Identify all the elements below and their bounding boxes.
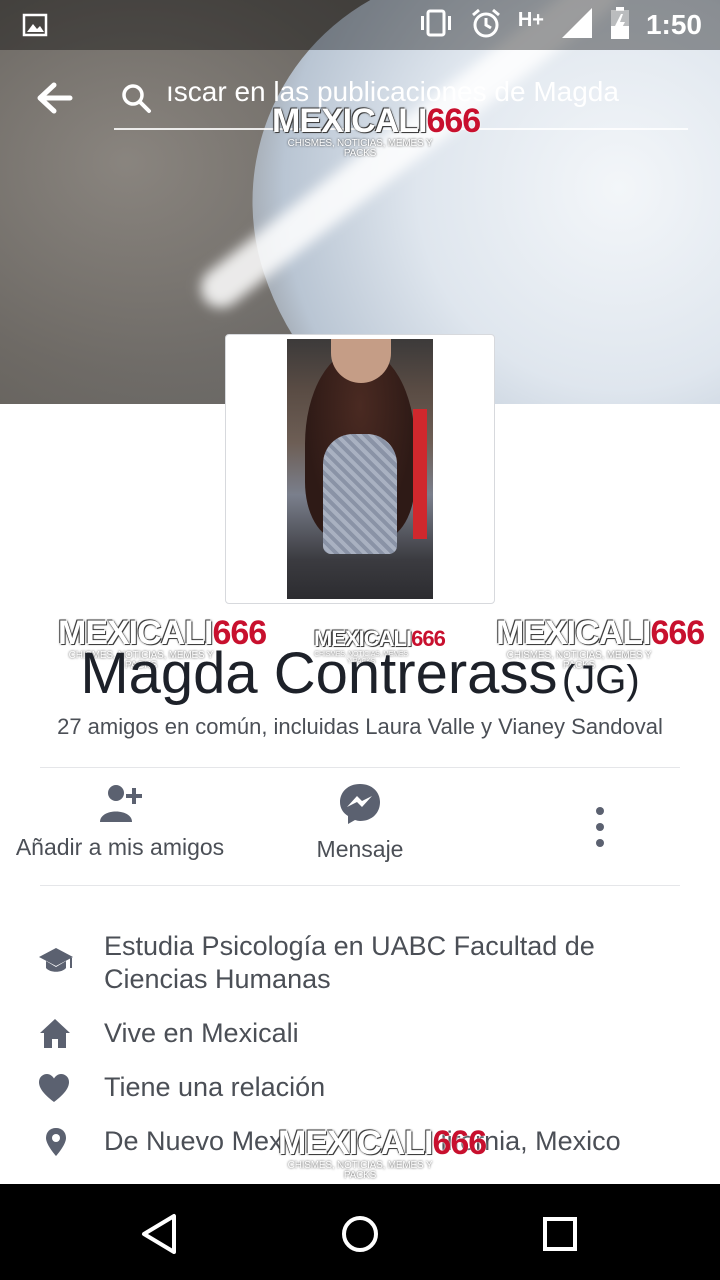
- image-icon: [22, 12, 48, 43]
- message-label: Mensaje: [316, 836, 404, 862]
- heart-icon: [38, 1073, 74, 1109]
- watermark-logo: MEXICALI666 CHISMES, NOTICIAS, MEMES Y P…: [278, 1124, 487, 1181]
- alarm-icon: [470, 7, 502, 44]
- about-education-text: Estudia Psicología en UABC Facultad de C…: [104, 931, 595, 994]
- profile-name-row: Magda Contrerass (JG): [0, 640, 720, 707]
- profile-photo-image: [287, 339, 433, 599]
- back-arrow-icon[interactable]: [34, 78, 78, 118]
- location-pin-icon: [44, 1127, 80, 1163]
- status-bar: H+ 1:50: [0, 0, 720, 50]
- graduation-cap-icon: [38, 946, 74, 982]
- add-friend-button[interactable]: Añadir a mis amigos: [0, 782, 240, 861]
- about-residence-text: Vive en Mexicali: [104, 1018, 299, 1048]
- status-time: 1:50: [645, 9, 702, 40]
- nav-back-icon[interactable]: [134, 1208, 186, 1260]
- battery-icon: [610, 6, 630, 45]
- mutual-friends-text[interactable]: 27 amigos en común, incluidas Laura Vall…: [0, 714, 720, 740]
- profile-alternate-name: (JG): [561, 658, 640, 702]
- profile-name: Magda Contrerass: [80, 641, 558, 706]
- nav-recents-icon[interactable]: [534, 1208, 586, 1260]
- add-friend-label: Añadir a mis amigos: [15, 834, 225, 860]
- navigation-bar: [0, 1184, 720, 1280]
- watermark-logo: MEXICALI666 CHISMES, NOTICIAS, MEMES Y P…: [272, 102, 481, 159]
- home-icon: [38, 1017, 74, 1053]
- about-relationship-text: Tiene una relación: [104, 1072, 326, 1102]
- nav-home-icon[interactable]: [334, 1208, 386, 1260]
- network-type: H+: [517, 8, 544, 31]
- search-icon: [120, 82, 152, 114]
- add-friend-icon: [0, 782, 240, 824]
- signal-icon: [560, 6, 594, 45]
- more-options-button[interactable]: [578, 806, 622, 848]
- message-button[interactable]: Mensaje: [270, 782, 450, 863]
- messenger-icon: [270, 782, 450, 826]
- divider: [40, 767, 680, 768]
- divider: [40, 885, 680, 886]
- vibrate-icon: [418, 8, 454, 43]
- more-vertical-icon: [578, 806, 622, 848]
- profile-picture[interactable]: [225, 334, 495, 604]
